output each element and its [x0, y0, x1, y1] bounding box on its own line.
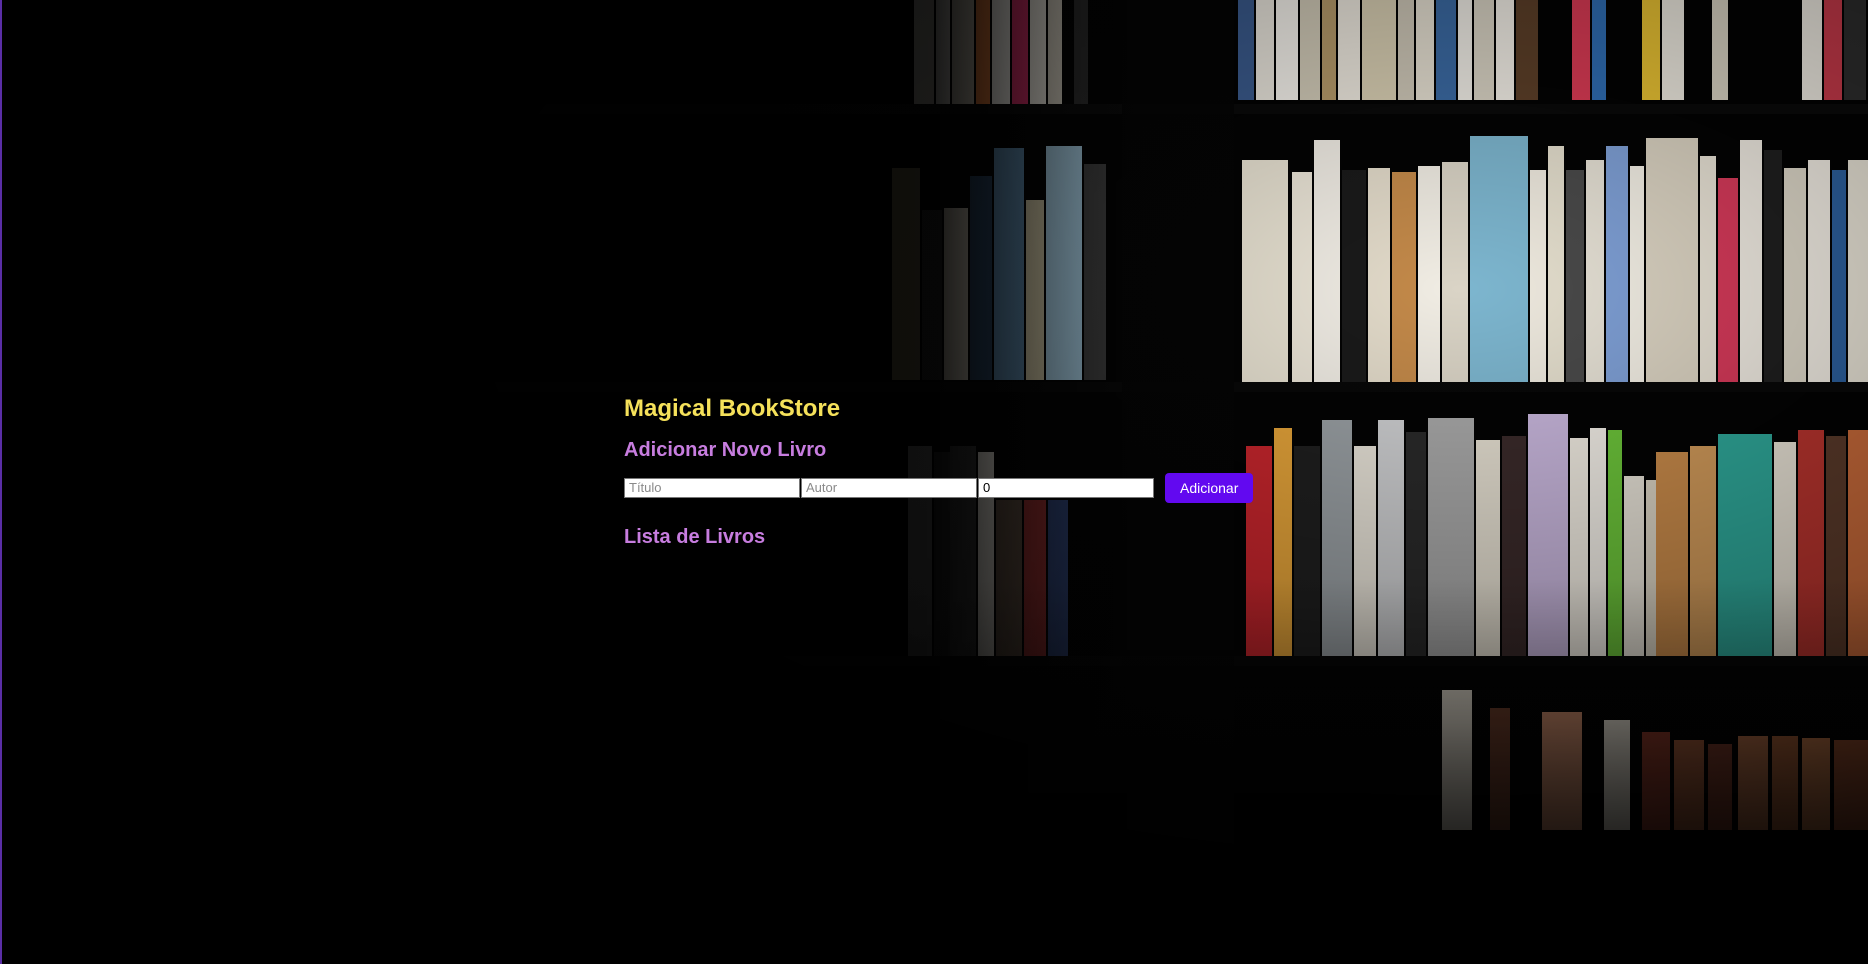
- author-input[interactable]: [801, 477, 977, 498]
- page: Magical BookStore Adicionar Novo Livro A…: [0, 0, 1868, 964]
- main-content: Magical BookStore Adicionar Novo Livro A…: [624, 390, 1264, 553]
- book-list-heading: Lista de Livros: [624, 526, 766, 548]
- add-book-heading: Adicionar Novo Livro: [624, 439, 827, 461]
- title-input[interactable]: [624, 477, 800, 498]
- add-book-button[interactable]: Adicionar: [1165, 472, 1254, 503]
- add-book-form: Adicionar: [624, 472, 1264, 503]
- app-title: Magical BookStore: [624, 395, 841, 422]
- price-input[interactable]: [978, 477, 1154, 498]
